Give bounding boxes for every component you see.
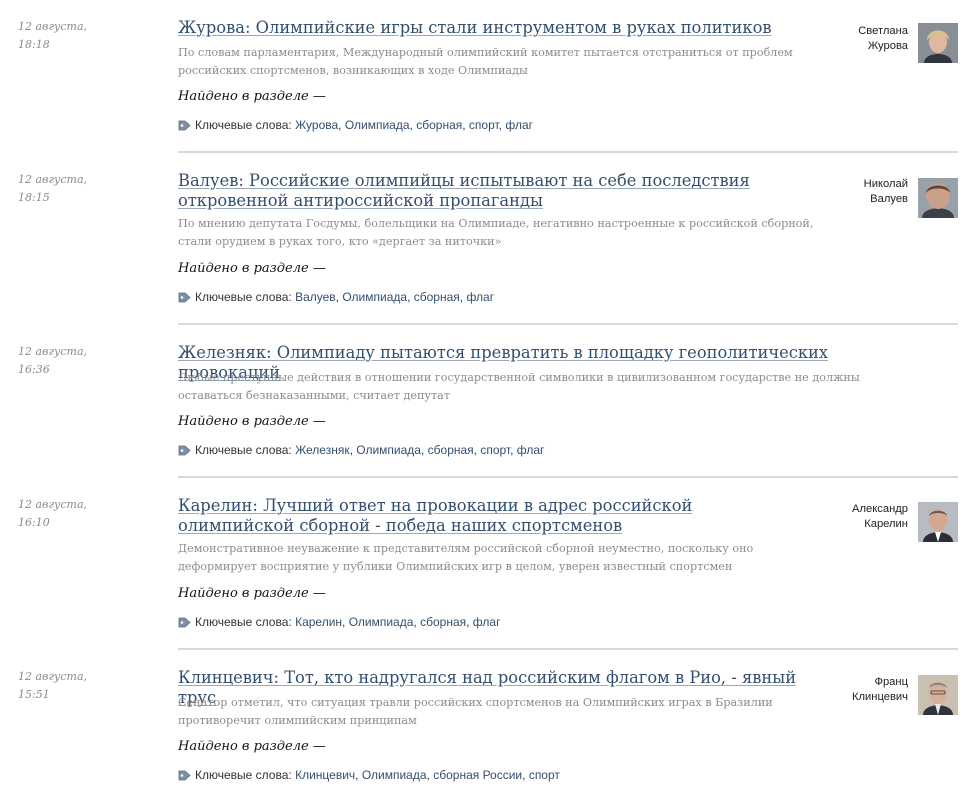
tag-icon [178,768,191,786]
keywords-row: Ключевые слова: Валуев, Олимпиада, сборн… [178,288,494,308]
tag-icon [178,118,191,136]
author-avatar[interactable] [918,502,958,542]
keywords-row: Ключевые слова: Журова, Олимпиада, сборн… [178,116,533,136]
author-first-name[interactable]: Александр [788,502,908,517]
author: Светлана Журова [788,24,908,54]
keyword-link[interactable]: флаг [473,615,501,629]
time-label: 18:15 [18,191,50,204]
keyword-link[interactable]: флаг [505,118,533,132]
time-label: 18:18 [18,38,50,51]
tag-icon [178,443,191,461]
date-label: 12 августа, [18,173,88,186]
time-label: 16:10 [18,516,50,529]
author-last-name[interactable]: Валуев [788,192,908,207]
time-label: 15:51 [18,688,50,701]
date-label: 12 августа, [18,670,88,683]
found-in-section-label: Найдено в разделе [178,414,309,429]
author: Франц Клинцевич [788,675,908,705]
news-lead: По мнению депутата Госдумы, болельщики н… [178,217,814,248]
author-last-name[interactable]: Карелин [788,517,908,532]
news-date: 12 августа, 18:18 [18,18,158,54]
keyword-link[interactable]: сборная России [433,768,522,782]
author: Александр Карелин [788,502,908,532]
keyword-link[interactable]: Олимпиада [362,768,427,782]
keyword-link[interactable]: сборная [414,290,460,304]
dash: — [312,414,326,429]
found-in-section-label: Найдено в разделе [178,261,309,276]
keyword-link[interactable]: Железняк [295,443,350,457]
separator [178,151,958,153]
keyword-link[interactable]: спорт [480,443,510,457]
author-avatar[interactable] [918,23,958,63]
news-title-link[interactable]: Карелин: Лучший ответ на провокации в ад… [178,496,778,536]
news-lead: По словам парламентария, Международный о… [178,46,793,77]
dash: — [312,261,326,276]
keyword-link[interactable]: сборная [416,118,462,132]
keyword-link[interactable]: спорт [469,118,499,132]
date-label: 12 августа, [18,498,88,511]
keyword-link[interactable]: Олимпиада [345,118,410,132]
news-lead: Любые преступные действия в отношении го… [178,371,860,402]
keyword-link[interactable]: сборная [420,615,466,629]
dash: — [312,89,326,104]
keyword-link[interactable]: Клинцевич [295,768,355,782]
dash: — [312,586,326,601]
keywords-row: Ключевые слова: Клинцевич, Олимпиада, сб… [178,766,560,786]
keywords-label: Ключевые слова: [195,118,292,132]
author-first-name[interactable]: Светлана [788,24,908,39]
keyword-link[interactable]: Валуев [295,290,336,304]
keyword-link[interactable]: спорт [529,768,560,782]
found-in-section: Найдено в разделе — [178,413,326,431]
news-date: 12 августа, 15:51 [18,668,158,704]
news-title-link[interactable]: Журова: Олимпийские игры стали инструмен… [178,18,778,38]
news-lead: Сенатор отметил, что ситуация травли рос… [178,696,773,727]
separator [178,476,958,478]
news-lead: Демонстративное неуважение к представите… [178,542,754,573]
date-label: 12 августа, [18,345,88,358]
found-in-section-label: Найдено в разделе [178,89,309,104]
date-label: 12 августа, [18,20,88,33]
keywords-label: Ключевые слова: [195,615,292,629]
tag-icon [178,615,191,633]
keywords-row: Ключевые слова: Карелин, Олимпиада, сбор… [178,613,500,633]
keyword-link[interactable]: Карелин [295,615,342,629]
author-first-name[interactable]: Николай [788,177,908,192]
keywords-row: Ключевые слова: Железняк, Олимпиада, сбо… [178,441,544,461]
news-date: 12 августа, 16:10 [18,496,158,532]
found-in-section-label: Найдено в разделе [178,586,309,601]
author: Николай Валуев [788,177,908,207]
dash: — [312,739,326,754]
author-last-name[interactable]: Журова [788,39,908,54]
keywords-label: Ключевые слова: [195,290,292,304]
news-title-link[interactable]: Валуев: Российские олимпийцы испытывают … [178,171,778,211]
keyword-link[interactable]: Олимпиада [356,443,421,457]
found-in-section: Найдено в разделе — [178,738,326,756]
separator [178,323,958,325]
tag-icon [178,290,191,308]
found-in-section: Найдено в разделе — [178,585,326,603]
keywords-label: Ключевые слова: [195,768,292,782]
separator [178,648,958,650]
author-first-name[interactable]: Франц [788,675,908,690]
keyword-link[interactable]: сборная [428,443,474,457]
keyword-link[interactable]: Олимпиада [342,290,407,304]
keyword-link[interactable]: Олимпиада [349,615,414,629]
keyword-link[interactable]: флаг [466,290,494,304]
keyword-link[interactable]: Журова [295,118,338,132]
author-avatar[interactable] [918,178,958,218]
news-date: 12 августа, 16:36 [18,343,158,379]
time-label: 16:36 [18,363,50,376]
author-last-name[interactable]: Клинцевич [788,690,908,705]
found-in-section-label: Найдено в разделе [178,739,309,754]
found-in-section: Найдено в разделе — [178,260,326,278]
author-avatar[interactable] [918,675,958,715]
keywords-label: Ключевые слова: [195,443,292,457]
keyword-link[interactable]: флаг [517,443,545,457]
news-date: 12 августа, 18:15 [18,171,158,207]
found-in-section: Найдено в разделе — [178,88,326,106]
